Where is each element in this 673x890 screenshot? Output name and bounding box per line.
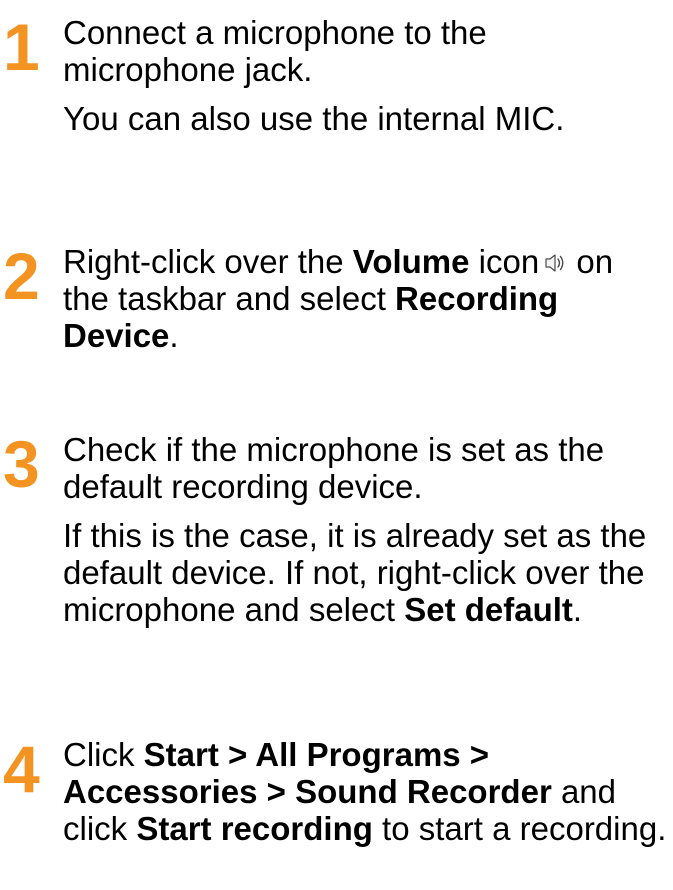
note-text: You can also use the internal MIC. <box>63 100 565 137</box>
instruction-text: Click <box>63 736 144 773</box>
step-instruction: Connect a microphone to the microphone j… <box>63 14 668 88</box>
step-body: Click Start > All Programs > Accessories… <box>63 736 668 847</box>
speaker-volume-icon <box>545 254 564 272</box>
start-recording-label: Start recording <box>136 810 373 847</box>
step-body: Check if the microphone is set as the de… <box>63 431 668 628</box>
instruction-text: Connect a microphone to the microphone j… <box>63 14 487 88</box>
instruction-text: Check if the microphone is set as the de… <box>63 431 605 505</box>
note-text: . <box>572 591 583 628</box>
step-body: Right-click over the Volume icon on the … <box>63 243 668 354</box>
instruction-text: Right-click over the <box>63 243 353 280</box>
step-number: 2 <box>3 239 40 313</box>
step-instruction: Right-click over the Volume icon on the … <box>63 243 668 354</box>
instruction-text: icon <box>469 243 540 280</box>
step-instruction: Click Start > All Programs > Accessories… <box>63 736 668 847</box>
step-note: You can also use the internal MIC. <box>63 100 668 137</box>
step-number: 4 <box>3 732 40 806</box>
step-number: 1 <box>3 10 40 84</box>
step-body: Connect a microphone to the microphone j… <box>63 14 668 137</box>
step-number: 3 <box>3 427 40 501</box>
volume-label: Volume <box>352 243 470 280</box>
instruction-text: to start a recording. <box>372 810 667 847</box>
set-default-label: Set default <box>404 591 573 628</box>
step-note: If this is the case, it is already set a… <box>63 517 668 628</box>
step-instruction: Check if the microphone is set as the de… <box>63 431 668 505</box>
instruction-text: . <box>169 317 179 354</box>
